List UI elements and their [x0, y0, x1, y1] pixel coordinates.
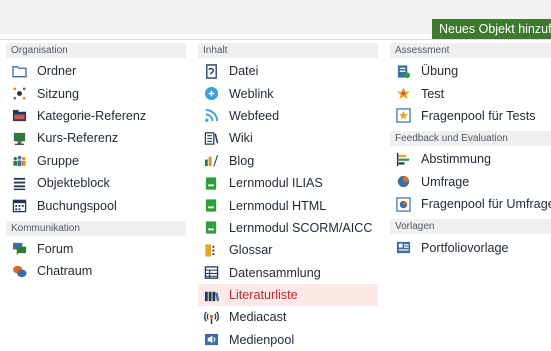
group-heading: Kommunikation [6, 220, 186, 236]
menu-item-label: Datei [229, 64, 259, 79]
media-pool-icon [204, 332, 219, 347]
group-heading: Inhalt [198, 43, 378, 58]
menu-item-booking-pool[interactable]: Buchungspool [6, 194, 186, 216]
menu-item-label: Chatraum [37, 264, 93, 279]
item-group-icon [12, 176, 27, 191]
menu-item-survey[interactable]: Umfrage [390, 171, 551, 193]
session-icon [12, 86, 27, 101]
menu-item-group[interactable]: Gruppe [6, 150, 186, 172]
data-collection-icon [204, 265, 219, 280]
course-reference-icon [12, 131, 27, 146]
menu-item-label: Portfoliovorlage [421, 240, 509, 255]
menu-item-label: Lernmodul ILIAS [229, 176, 323, 191]
menu-item-portfolio-template[interactable]: Portfoliovorlage [390, 236, 551, 258]
survey-question-pool-icon [396, 196, 411, 212]
add-object-menu: Organisation Ordner Sitzung Kategorie-Refer… [0, 39, 551, 347]
menu-item-learning-module-scorm[interactable]: Lernmodul SCORM/AICC [198, 217, 378, 239]
menu-item-exercise[interactable]: Übung [390, 60, 551, 82]
menu-item-label: Webfeed [229, 108, 280, 123]
glossary-icon [204, 243, 219, 258]
exercise-icon [396, 64, 411, 79]
menu-item-label: Umfrage [421, 174, 470, 189]
menu-item-label: Kategorie-Referenz [37, 108, 147, 123]
menu-item-label: Lernmodul SCORM/AICC [229, 220, 373, 235]
menu-item-label: Übung [421, 64, 459, 79]
menu-column-3: Assessment Übung Test Fragenpool für Tests F… [390, 43, 551, 259]
menu-item-media-pool[interactable]: Medienpool [198, 329, 378, 351]
menu-item-label: Literaturliste [229, 288, 298, 303]
menu-item-label: Fragenpool für Tests [421, 108, 536, 123]
mediacast-icon [204, 310, 219, 325]
menu-item-chatroom[interactable]: Chatraum [6, 260, 186, 282]
menu-item-label: Blog [229, 153, 255, 168]
menu-item-folder[interactable]: Ordner [6, 60, 186, 82]
menu-item-wiki[interactable]: Wiki [198, 127, 378, 149]
menu-item-mediacast[interactable]: Mediacast [198, 306, 378, 328]
survey-icon [396, 174, 411, 189]
menu-item-poll[interactable]: Abstimmung [390, 148, 551, 170]
category-reference-icon [12, 108, 27, 123]
menu-item-label: Kurs-Referenz [37, 131, 119, 146]
booking-pool-icon [12, 198, 27, 213]
bibliography-icon [204, 288, 219, 303]
poll-icon [396, 152, 411, 167]
menu-item-label: Medienpool [229, 332, 295, 347]
menu-item-label: Glossar [229, 243, 273, 258]
menu-item-label: Mediacast [229, 310, 287, 325]
blog-icon [204, 153, 219, 168]
menu-item-blog[interactable]: Blog [198, 150, 378, 172]
menu-item-label: Weblink [229, 86, 274, 101]
group-heading: Feedback und Evaluation [390, 131, 551, 147]
menu-item-survey-question-pool[interactable]: Fragenpool für Umfragen [390, 193, 551, 215]
menu-item-label: Gruppe [37, 153, 80, 168]
webfeed-icon [204, 108, 219, 123]
menu-item-label: Ordner [37, 64, 77, 79]
menu-item-label: Forum [37, 241, 74, 256]
menu-item-question-pool[interactable]: Fragenpool für Tests [390, 105, 551, 127]
test-icon [396, 86, 411, 101]
menu-column-1: Organisation Ordner Sitzung Kategorie-Refer… [6, 43, 186, 283]
chatroom-icon [12, 264, 27, 279]
menu-item-data-collection[interactable]: Datensammlung [198, 262, 378, 284]
menu-item-learning-module-html[interactable]: Lernmodul HTML [198, 194, 378, 216]
menu-item-category-reference[interactable]: Kategorie-Referenz [6, 105, 186, 127]
learning-module-scorm-icon [204, 220, 219, 235]
weblink-icon [204, 86, 219, 101]
menu-item-label: Lernmodul HTML [229, 198, 327, 213]
group-heading: Assessment [390, 43, 551, 58]
group-heading: Vorlagen [390, 219, 551, 235]
menu-item-glossary[interactable]: Glossar [198, 239, 378, 261]
group-heading: Organisation [6, 43, 186, 58]
menu-item-label: Datensammlung [229, 265, 321, 280]
menu-item-label: Buchungspool [37, 198, 117, 213]
menu-item-file[interactable]: Datei [198, 60, 378, 82]
learning-module-html-icon [204, 198, 219, 213]
wiki-icon [204, 131, 219, 146]
menu-item-weblink[interactable]: Weblink [198, 82, 378, 104]
file-icon [204, 63, 219, 79]
menu-item-label: Fragenpool für Umfragen [421, 197, 551, 212]
folder-icon [12, 64, 27, 79]
menu-item-session[interactable]: Sitzung [6, 82, 186, 104]
menu-item-label: Wiki [229, 131, 253, 146]
portfolio-template-icon [396, 240, 411, 255]
forum-icon [12, 241, 27, 256]
learning-module-icon [204, 176, 219, 191]
group-icon [12, 153, 27, 168]
menu-item-item-group[interactable]: Objekteblock [6, 172, 186, 194]
menu-item-course-reference[interactable]: Kurs-Referenz [6, 127, 186, 149]
menu-item-label: Objekteblock [37, 176, 110, 191]
menu-item-forum[interactable]: Forum [6, 238, 186, 260]
question-pool-icon [396, 108, 411, 124]
menu-item-test[interactable]: Test [390, 82, 551, 104]
menu-item-learning-module[interactable]: Lernmodul ILIAS [198, 172, 378, 194]
menu-item-bibliography[interactable]: Literaturliste [198, 283, 378, 307]
menu-item-label: Test [421, 86, 445, 101]
menu-item-label: Abstimmung [421, 152, 491, 167]
menu-column-2: Inhalt Datei Weblink Webfeed Wiki Blog Lernmod… [198, 43, 378, 351]
add-object-button[interactable]: Neues Objekt hinzufügen [432, 19, 551, 40]
menu-item-label: Sitzung [37, 86, 80, 101]
menu-item-webfeed[interactable]: Webfeed [198, 105, 378, 127]
